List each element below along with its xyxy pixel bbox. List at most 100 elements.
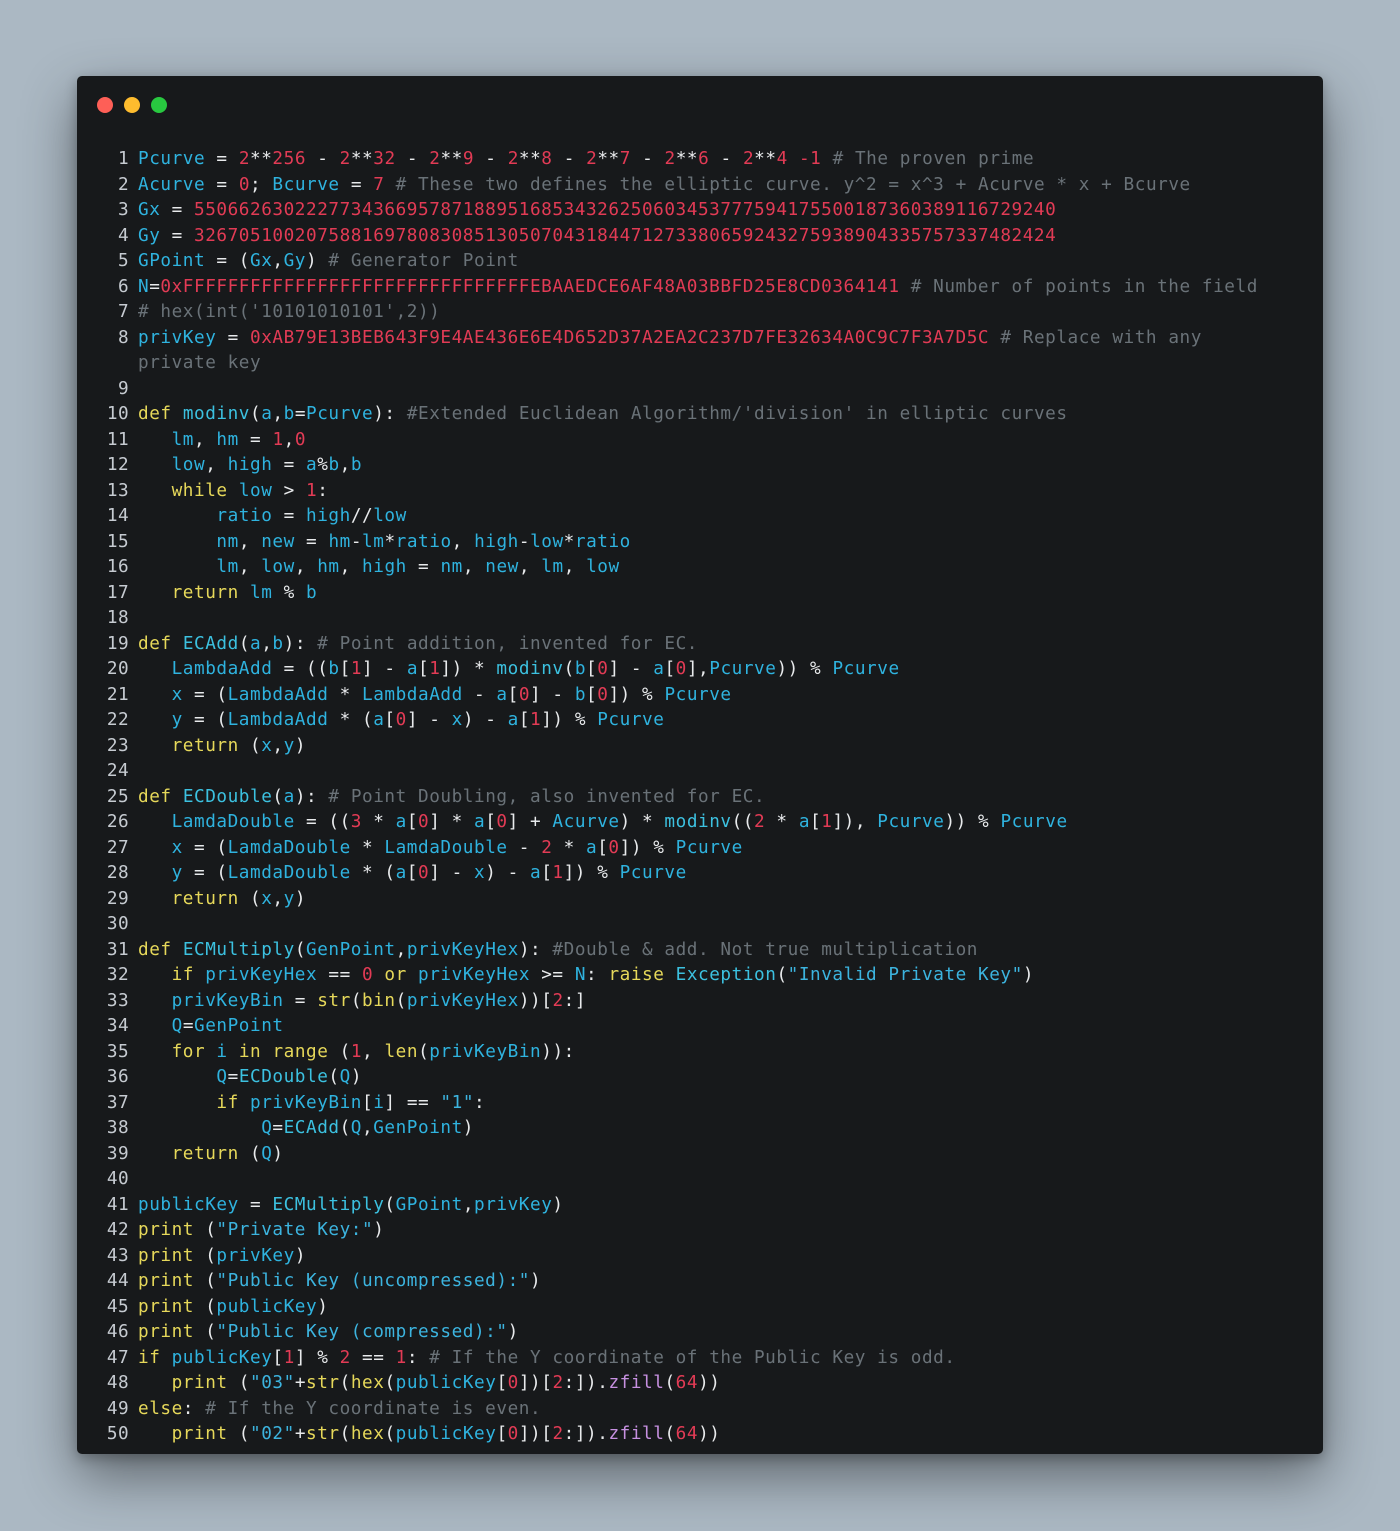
code-token: 32 bbox=[373, 149, 396, 169]
code-text: Gx = 55066263022277343669578718895168534… bbox=[129, 198, 1288, 224]
code-line: 45 print (publicKey) bbox=[77, 1295, 1323, 1321]
code-token: 0 bbox=[597, 684, 609, 705]
code-token: ratio bbox=[216, 506, 273, 526]
code-token: ) bbox=[294, 735, 307, 756]
code-token: raise bbox=[608, 965, 665, 985]
code-line: 42 print ("Private Key:") bbox=[77, 1218, 1323, 1244]
code-token: = bbox=[216, 327, 251, 348]
code-token: , bbox=[395, 939, 407, 960]
code-text: GPoint = (Gx,Gy) # Generator Point bbox=[129, 249, 1288, 275]
code-token: hm bbox=[328, 531, 351, 552]
code-token: = bbox=[149, 276, 161, 297]
code-token: Gx bbox=[250, 251, 273, 271]
code-token: ( bbox=[328, 1067, 340, 1087]
line-number: 12 bbox=[106, 455, 129, 475]
code-token: 0xAB79E13BEB643F9E4AE436E6E4D652D37A2EA2… bbox=[250, 327, 990, 348]
code-token: Acurve bbox=[552, 812, 620, 832]
code-token: 0 bbox=[597, 659, 609, 679]
code-token: ] - bbox=[530, 684, 575, 705]
code-token: = ( bbox=[205, 251, 250, 271]
code-token: >= bbox=[530, 965, 575, 985]
code-editor[interactable]: 1 Pcurve = 2**256 - 2**32 - 2**9 - 2**8 -… bbox=[77, 147, 1323, 1448]
code-token: if bbox=[216, 1092, 239, 1113]
code-token: 0 bbox=[418, 863, 430, 883]
code-token: publicKey bbox=[395, 1424, 497, 1444]
code-token: , bbox=[261, 633, 273, 654]
code-token: ( bbox=[664, 1373, 676, 1393]
code-token: ) bbox=[529, 1271, 542, 1291]
code-token: )) bbox=[698, 1373, 721, 1393]
code-token: print bbox=[138, 1296, 194, 1317]
code-token: GPoint bbox=[395, 1194, 463, 1215]
code-token: Q bbox=[261, 1118, 273, 1138]
code-token: b bbox=[574, 684, 587, 705]
code-token: # Generator Point bbox=[328, 251, 519, 271]
code-token: [ bbox=[485, 812, 497, 832]
code-token: ) bbox=[306, 251, 329, 271]
code-text: return (Q) bbox=[129, 1142, 1288, 1168]
code-token: x bbox=[171, 837, 183, 858]
code-token: 0 bbox=[294, 429, 307, 450]
code-token: hm bbox=[216, 429, 239, 450]
code-token: : bbox=[474, 1092, 486, 1113]
code-token: = bbox=[294, 404, 307, 424]
code-token: 1 bbox=[350, 659, 363, 679]
code-token: 2 bbox=[586, 149, 598, 169]
code-token: 1 bbox=[395, 1347, 407, 1368]
code-token: ( bbox=[384, 1194, 396, 1215]
line-number: 6 bbox=[117, 276, 129, 297]
line-number: 32 bbox=[106, 965, 129, 985]
code-token: = bbox=[227, 1067, 239, 1087]
code-token: [ bbox=[362, 1092, 374, 1113]
code-token: 2 bbox=[754, 812, 766, 832]
code-token: ]) * bbox=[440, 659, 497, 679]
code-token: 2 bbox=[541, 837, 553, 858]
code-token: 0 bbox=[496, 812, 508, 832]
code-token: ( bbox=[328, 1041, 351, 1062]
code-line: 20 LambdaAdd = ((b[1] - a[1]) * modinv(b… bbox=[77, 657, 1323, 683]
code-token: ) * bbox=[619, 812, 665, 832]
code-line: 40 bbox=[77, 1167, 1323, 1193]
code-token: 64 bbox=[675, 1424, 699, 1444]
code-token: 7 bbox=[619, 149, 631, 169]
code-token: = bbox=[272, 455, 307, 475]
code-token: y bbox=[283, 735, 295, 756]
line-number: 47 bbox=[106, 1347, 129, 1368]
code-token: publicKey bbox=[216, 1296, 318, 1317]
code-token: low bbox=[238, 480, 273, 501]
code-token: b bbox=[328, 455, 340, 475]
line-number: 21 bbox=[106, 684, 129, 705]
code-token: # These two defines the elliptic curve. … bbox=[395, 174, 1191, 195]
close-button[interactable] bbox=[97, 97, 113, 113]
code-text: print (privKey) bbox=[129, 1244, 1288, 1270]
zoom-button[interactable] bbox=[151, 97, 167, 113]
code-text: Q=ECAdd(Q,GenPoint) bbox=[129, 1116, 1288, 1142]
code-token: ( bbox=[395, 990, 407, 1011]
line-number: 18 bbox=[106, 608, 129, 628]
code-token: LamdaDouble bbox=[384, 837, 508, 858]
code-token: b bbox=[574, 659, 587, 679]
code-token: 1 bbox=[821, 812, 833, 832]
minimize-button[interactable] bbox=[124, 97, 140, 113]
code-token: ( bbox=[194, 1271, 217, 1291]
code-token: y bbox=[283, 888, 295, 909]
code-line: 21 x = (LambdaAdd * LambdaAdd - a[0] - b… bbox=[77, 683, 1323, 709]
code-token: * bbox=[552, 837, 587, 858]
code-token: 0 bbox=[238, 174, 251, 195]
line-number: 20 bbox=[106, 659, 129, 679]
line-number: 26 bbox=[106, 812, 129, 832]
code-line: 2 Acurve = 0; Bcurve = 7 # These two defi… bbox=[77, 173, 1323, 199]
code-line: 1 Pcurve = 2**256 - 2**32 - 2**9 - 2**8 -… bbox=[77, 147, 1323, 173]
code-token: : bbox=[406, 1347, 430, 1368]
code-token: GenPoint bbox=[306, 939, 396, 960]
